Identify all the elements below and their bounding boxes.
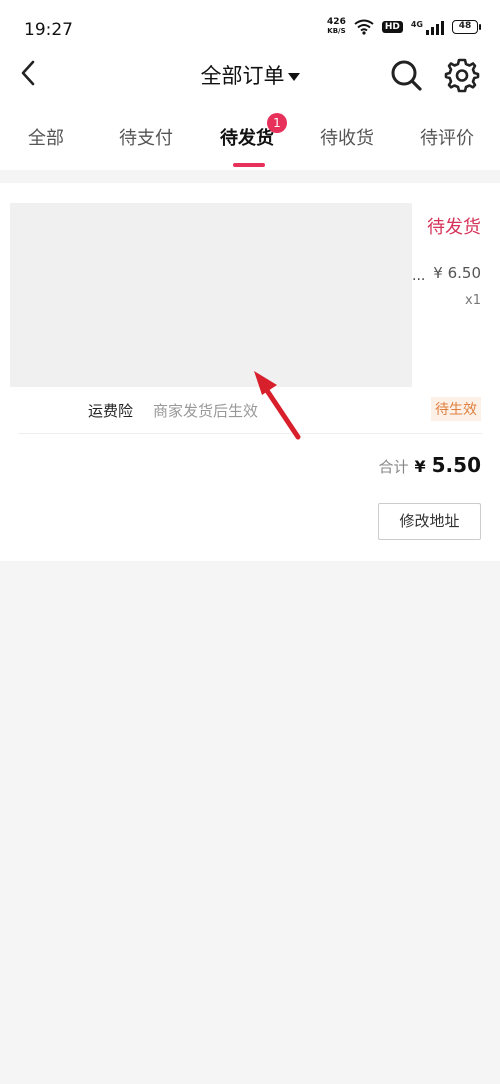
order-status: 待发货: [427, 217, 481, 238]
tab-pending-review[interactable]: 待评价: [420, 124, 474, 150]
hd-badge: HD: [381, 21, 403, 33]
modify-address-button[interactable]: 修改地址: [378, 503, 481, 540]
order-total: 合计 ¥5.50: [378, 453, 481, 477]
product-image[interactable]: [10, 203, 412, 387]
wifi-icon: [354, 19, 374, 35]
shipping-insurance-status: 待生效: [431, 397, 481, 421]
order-tabs: 全部 待支付 待发货 待收货 待评价: [0, 124, 500, 154]
product-title-truncated: ...: [412, 268, 426, 284]
status-icons: 426 KB/S HD 4G 48: [327, 18, 481, 36]
caret-down-icon: [287, 72, 300, 81]
gear-icon[interactable]: [444, 57, 480, 93]
page-title: 全部订单: [200, 64, 285, 88]
active-tab-indicator: [233, 163, 265, 167]
signal-icon: 4G: [411, 19, 444, 35]
net-speed-value: 426: [327, 17, 346, 27]
tab-count-badge: 1: [267, 113, 287, 133]
network-speed: 426 KB/S: [327, 18, 346, 36]
total-currency: ¥: [414, 457, 426, 476]
top-panel: 19:27 426 KB/S HD 4G 48 全部订单 全部 待支付 待发货 …: [0, 0, 500, 170]
tab-all[interactable]: 全部: [28, 124, 64, 150]
product-price: ¥ 6.50: [433, 264, 481, 282]
signal-type: 4G: [410, 20, 423, 29]
net-speed-unit: KB/S: [327, 27, 346, 35]
annotation-arrow-icon: [254, 371, 301, 440]
total-value: 5.50: [431, 453, 481, 477]
tab-pending-receipt[interactable]: 待收货: [320, 124, 374, 150]
tab-pending-shipment[interactable]: 待发货: [220, 124, 274, 150]
search-icon[interactable]: [388, 57, 424, 93]
title-dropdown[interactable]: 全部订单: [0, 60, 500, 90]
tab-pending-payment[interactable]: 待支付: [119, 124, 173, 150]
shipping-insurance-label: 运费险: [88, 402, 134, 420]
total-label: 合计: [378, 458, 409, 476]
product-quantity: x1: [465, 293, 481, 308]
battery-icon: 48: [452, 20, 481, 34]
status-time: 19:27: [24, 20, 73, 40]
